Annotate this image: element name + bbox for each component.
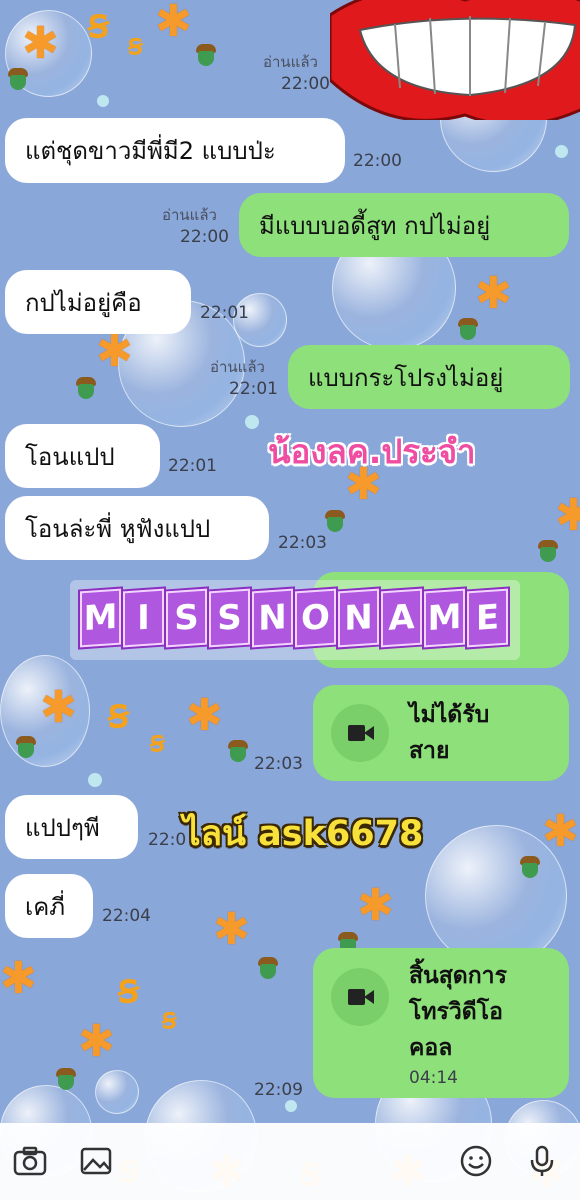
acorn-icon: [76, 377, 96, 399]
acorn-icon: [228, 740, 248, 762]
read-receipt: อ่านแล้ว: [210, 358, 265, 376]
message-bubble-incoming[interactable]: กปไม่อยู่คือ: [5, 270, 191, 334]
soap-bubble: [95, 1070, 139, 1114]
sparkle-dot: [88, 773, 102, 787]
acorn-icon: [458, 318, 478, 340]
message-bubble-incoming[interactable]: โอนล่ะพี่ หูฟังแปป: [5, 496, 269, 560]
brand-letter: S: [209, 588, 250, 648]
acorn-icon: [258, 957, 278, 979]
star-icon: ✱: [357, 880, 394, 931]
sparkle-dot: [245, 415, 259, 429]
call-status-text: ไม่ได้รับ สาย: [409, 702, 490, 764]
lips-sticker: [330, 0, 580, 120]
image-icon[interactable]: [78, 1143, 114, 1179]
video-camera-icon: [331, 704, 389, 762]
message-bubble-outgoing[interactable]: มีแบบบอดี้สูท กปไม่อยู่: [239, 193, 569, 257]
soap-bubble: [425, 825, 567, 967]
read-receipt: อ่านแล้ว: [263, 53, 318, 71]
squirrel-icon: ꞩ: [150, 725, 165, 758]
message-bubble-incoming[interactable]: เคภี่: [5, 874, 93, 938]
message-time: 22:03: [278, 533, 327, 553]
acorn-icon: [520, 856, 540, 878]
call-duration: 04:14: [409, 1068, 458, 1088]
brand-letter: M: [80, 588, 121, 648]
line-id-caption: ไลน์ ask6678: [183, 814, 424, 854]
acorn-icon: [538, 540, 558, 562]
message-time: 22:00: [353, 151, 402, 171]
message-time: 22:00: [281, 74, 330, 94]
star-icon: ✱: [555, 490, 580, 541]
squirrel-icon: ꞩ: [162, 1002, 177, 1035]
star-icon: ✱: [0, 953, 37, 1004]
star-icon: ✱: [462, 36, 499, 87]
video-camera-icon: [331, 968, 389, 1026]
soap-bubble: [0, 655, 90, 767]
star-icon: ✱: [542, 806, 579, 857]
message-time: 22:01: [168, 456, 217, 476]
input-bar: [0, 1123, 580, 1200]
sparkle-dot: [555, 145, 568, 158]
ended-video-call-bubble[interactable]: สิ้นสุดการ โทรวิดีโอ คอล 04:14: [313, 948, 569, 1098]
message-time: 22:03: [254, 754, 303, 774]
message-time: 22:01: [229, 379, 278, 399]
soap-bubble: [440, 65, 547, 172]
message-time: 22:04: [102, 906, 151, 926]
brand-letter: I: [123, 588, 164, 648]
acorn-icon: [437, 90, 457, 112]
brand-letter: N: [252, 588, 293, 648]
brand-letter: O: [295, 588, 336, 648]
microphone-icon[interactable]: [524, 1143, 560, 1179]
acorn-icon: [56, 1068, 76, 1090]
message-time: 22:09: [254, 1080, 303, 1100]
acorn-icon: [16, 736, 36, 758]
soap-bubble: [5, 10, 92, 97]
squirrel-icon: ꞩ: [88, 0, 109, 47]
star-icon: ✱: [213, 904, 250, 955]
read-receipt: อ่านแล้ว: [162, 206, 217, 224]
message-time: 22:0: [148, 830, 187, 850]
star-icon: ✱: [22, 18, 59, 69]
star-icon: ✱: [96, 326, 133, 377]
message-time: 22:01: [200, 303, 249, 323]
squirrel-icon: ꞩ: [108, 690, 129, 737]
camera-icon[interactable]: [12, 1143, 48, 1179]
brand-watermark: M I S S N O N A M E: [70, 580, 520, 660]
sparkle-dot: [97, 95, 109, 107]
emoji-icon[interactable]: [458, 1143, 494, 1179]
promo-caption: น้องลค.ประจำ: [268, 432, 476, 471]
squirrel-icon: ꞩ: [118, 965, 139, 1012]
brand-letter: E: [467, 588, 508, 648]
brand-letter: S: [166, 588, 207, 648]
brand-letter: N: [338, 588, 379, 648]
squirrel-icon: ꞩ: [128, 28, 143, 61]
missed-video-call-bubble[interactable]: ไม่ได้รับ สาย: [313, 685, 569, 781]
acorn-icon: [8, 68, 28, 90]
acorn-icon: [196, 44, 216, 66]
message-time: 22:00: [180, 227, 229, 247]
call-status-text: สิ้นสุดการ โทรวิดีโอ คอล: [409, 963, 507, 1061]
sparkle-dot: [285, 1100, 297, 1112]
star-icon: ✱: [186, 690, 223, 741]
acorn-icon: [325, 510, 345, 532]
message-bubble-incoming[interactable]: โอนแปป: [5, 424, 160, 488]
star-icon: ✱: [155, 0, 192, 47]
star-icon: ✱: [40, 682, 77, 733]
brand-letter: M: [424, 588, 465, 648]
star-icon: ✱: [475, 268, 512, 319]
brand-letter: A: [381, 588, 422, 648]
message-bubble-outgoing[interactable]: แบบกระโปรงไม่อยู่: [288, 345, 570, 409]
message-bubble-incoming[interactable]: แปปๆพี: [5, 795, 138, 859]
star-icon: ✱: [78, 1016, 115, 1067]
message-bubble-incoming[interactable]: แต่ชุดขาวมีพี่มี2 แบบป่ะ: [5, 118, 345, 183]
